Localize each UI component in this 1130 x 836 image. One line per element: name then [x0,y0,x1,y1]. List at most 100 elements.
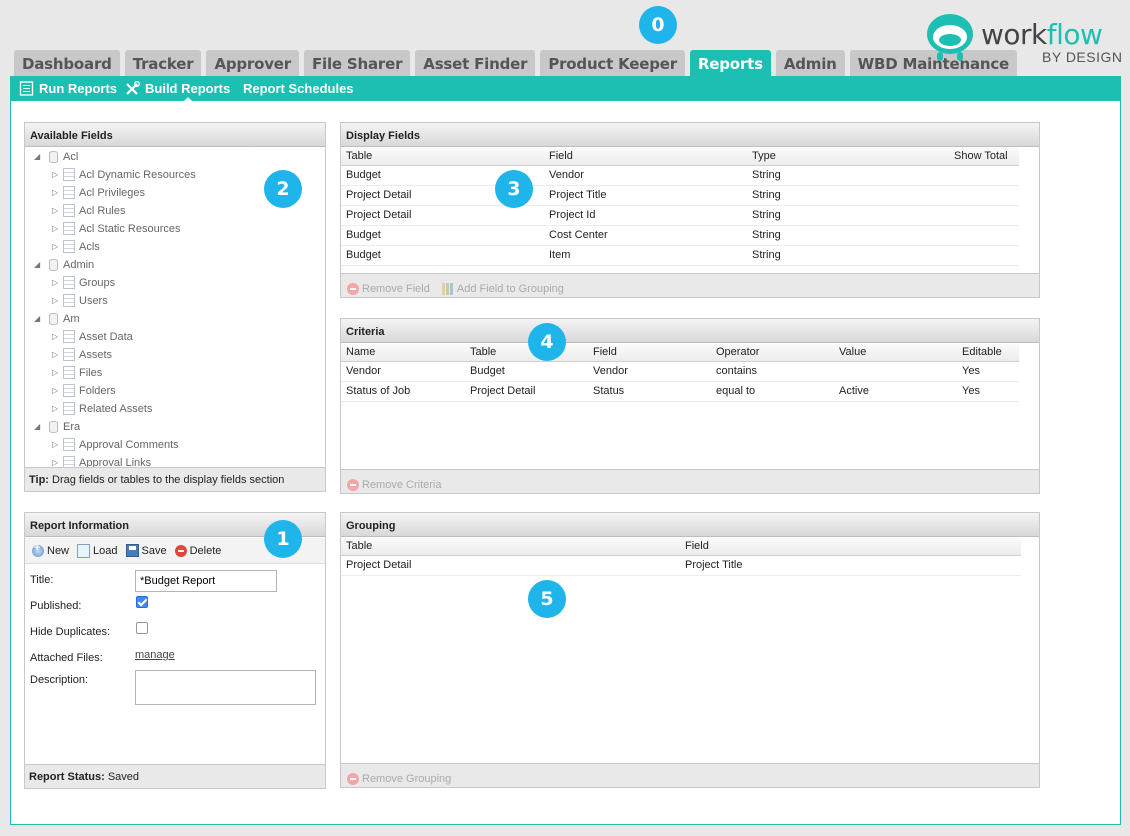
table-icon [63,168,75,181]
tree-node-database[interactable]: ◢ Era [25,418,325,436]
column-header[interactable]: Field [544,148,747,166]
table-cell: Status [588,381,711,402]
description-input[interactable] [135,670,316,705]
expand-arrow-icon[interactable]: ▷ [52,454,58,468]
remove-criteria-button[interactable]: Remove Criteria [347,476,441,493]
table-row[interactable]: Status of Job Project Detail Status equal t… [341,381,1019,402]
tree-node-database[interactable]: ◢ Admin [25,256,325,274]
tree-node-table[interactable]: ▷ Users [25,292,325,310]
tree-node-table[interactable]: ▷ Acls [25,238,325,256]
table-cell: Vendor [544,165,747,186]
manage-files-link[interactable]: manage [135,649,175,661]
expand-arrow-icon[interactable]: ▷ [52,166,58,184]
table-row[interactable]: Vendor Budget Vendor contains Yes [341,361,1019,382]
expand-arrow-icon[interactable]: ▷ [52,346,58,364]
column-header[interactable]: Table [341,538,680,556]
remove-icon [347,478,359,491]
load-button[interactable]: Load [77,543,118,558]
column-header[interactable]: Editable [957,344,1019,362]
column-header[interactable]: Operator [711,344,834,362]
table-cell: Vendor [341,361,465,382]
top-bar: Dashboard Tracker Approver File Sharer A… [0,0,1130,77]
column-header[interactable]: Value [834,344,957,362]
hide-duplicates-checkbox[interactable] [136,622,148,634]
title-input[interactable] [135,570,277,592]
tip-bar: Tip: Drag fields or tables to the displa… [25,467,325,491]
tab-asset-finder[interactable]: Asset Finder [415,50,536,76]
tab-dashboard[interactable]: Dashboard [14,50,120,76]
column-header[interactable]: Name [341,344,465,362]
tree-node-table[interactable]: ▷ Assets [25,346,325,364]
build-reports-link[interactable]: Build Reports [125,81,230,96]
callout-2: 2 [264,170,302,208]
tab-reports[interactable]: Reports [689,50,771,77]
run-reports-label: Run Reports [39,81,117,96]
tab-file-sharer[interactable]: File Sharer [303,50,411,76]
expand-arrow-icon[interactable]: ▷ [52,364,58,382]
table-cell: String [747,165,949,186]
collapse-arrow-icon[interactable]: ◢ [34,418,40,436]
attached-files-label: Attached Files: [30,652,103,664]
table-cell: contains [711,361,834,382]
table-cell: Budget [341,225,544,246]
tree-node-table[interactable]: ▷ Folders [25,382,325,400]
table-row[interactable]: Budget Item String [341,245,1019,266]
delete-button[interactable]: Delete [174,544,221,557]
table-row[interactable]: Project Detail Project Title String [341,185,1019,206]
save-button[interactable]: Save [125,544,167,557]
remove-field-button[interactable]: Remove Field [347,280,430,297]
collapse-arrow-icon[interactable]: ◢ [34,148,40,166]
expand-arrow-icon[interactable]: ▷ [52,328,58,346]
display-fields-panel: Display Fields Table Field Type Show Tot… [340,122,1040,298]
run-reports-link[interactable]: Run Reports [19,81,117,96]
tree-node-table[interactable]: ▷ Groups [25,274,325,292]
collapse-arrow-icon[interactable]: ◢ [34,256,40,274]
tree-node-database[interactable]: ◢ Acl [25,148,325,166]
expand-arrow-icon[interactable]: ▷ [52,274,58,292]
tree-node-table[interactable]: ▷ Related Assets [25,400,325,418]
new-button[interactable]: New [32,542,69,557]
column-header[interactable]: Show Total [949,148,1019,166]
tab-product-keeper[interactable]: Product Keeper [540,50,685,76]
table-row[interactable]: Budget Cost Center String [341,225,1019,246]
expand-arrow-icon[interactable]: ▷ [52,400,58,418]
display-fields-title: Display Fields [341,123,1039,147]
column-header[interactable]: Table [465,344,588,362]
add-field-to-grouping-button[interactable]: Add Field to Grouping [441,280,564,297]
expand-arrow-icon[interactable]: ▷ [52,220,58,238]
expand-arrow-icon[interactable]: ▷ [52,382,58,400]
table-row[interactable]: Project Detail Project Title [341,555,1021,576]
table-row[interactable]: Project Detail Project Id String [341,205,1019,226]
published-checkbox[interactable] [136,596,148,608]
report-schedules-link[interactable]: Report Schedules [243,81,354,96]
tree-node-table[interactable]: ▷ Asset Data [25,328,325,346]
collapse-arrow-icon[interactable]: ◢ [34,310,40,328]
table-icon [63,384,75,397]
tab-admin[interactable]: Admin [775,50,845,76]
tree-node-table[interactable]: ▷ Acl Static Resources [25,220,325,238]
expand-arrow-icon[interactable]: ▷ [52,184,58,202]
database-icon [49,151,58,163]
remove-grouping-button[interactable]: Remove Grouping [347,770,451,787]
table-row[interactable]: Budget Vendor String [341,165,1019,186]
tree-node-table[interactable]: ▷ Files [25,364,325,382]
column-header[interactable]: Field [588,344,711,362]
column-header[interactable]: Type [747,148,949,166]
expand-arrow-icon[interactable]: ▷ [52,238,58,256]
table-cell [949,165,1019,186]
expand-arrow-icon[interactable]: ▷ [52,436,58,454]
table-cell [834,361,957,382]
tree-node-table[interactable]: ▷ Approval Links [25,454,325,468]
expand-arrow-icon[interactable]: ▷ [52,202,58,220]
tree-node-database[interactable]: ◢ Am [25,310,325,328]
expand-arrow-icon[interactable]: ▷ [52,292,58,310]
column-header[interactable]: Table [341,148,544,166]
tree-node-label: Am [63,313,80,325]
criteria-grid: Name Table Field Operator Value Editable… [341,344,1019,402]
column-header[interactable]: Field [680,538,1021,556]
tab-tracker[interactable]: Tracker [124,50,202,76]
tree-node-table[interactable]: ▷ Approval Comments [25,436,325,454]
remove-grouping-label: Remove Grouping [362,772,452,785]
tree-node-label: Assets [79,349,113,361]
tab-approver[interactable]: Approver [206,50,299,76]
